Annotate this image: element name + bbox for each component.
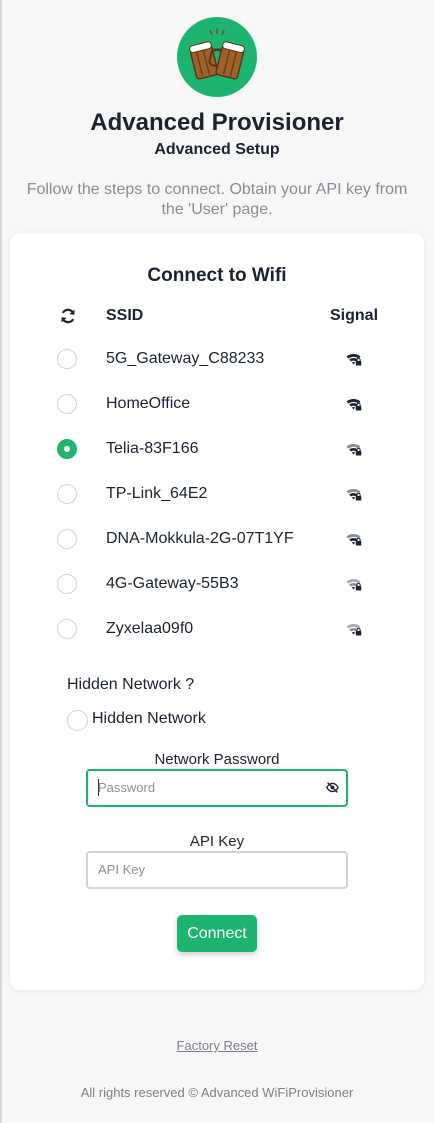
network-row[interactable]: Zyxelaa09f0 xyxy=(10,619,424,664)
network-row[interactable]: DNA-Mokkula-2G-07T1YF xyxy=(10,529,424,574)
network-row[interactable]: HomeOffice xyxy=(10,394,424,439)
network-radio[interactable] xyxy=(57,484,77,504)
network-radio[interactable] xyxy=(57,529,77,549)
logo xyxy=(177,17,257,97)
page-subtitle: Advanced Setup xyxy=(154,141,280,158)
network-ssid: DNA-Mokkula-2G-07T1YF xyxy=(106,530,294,547)
wifi-card: Connect to Wifi SSID Signal 5G_Gateway_C… xyxy=(10,233,424,990)
wifi-lock-icon xyxy=(346,397,362,411)
password-field[interactable]: Password xyxy=(86,769,348,807)
network-ssid: 5G_Gateway_C88233 xyxy=(106,350,265,367)
refresh-icon[interactable] xyxy=(59,307,77,325)
password-label: Network Password xyxy=(154,751,280,768)
password-placeholder: Password xyxy=(98,780,156,795)
api-key-placeholder: API Key xyxy=(98,862,145,877)
network-row[interactable]: 4G-Gateway-55B3 xyxy=(10,574,424,619)
network-row[interactable]: 5G_Gateway_C88233 xyxy=(10,349,424,394)
hidden-network-radio[interactable] xyxy=(67,710,88,731)
wifi-lock-icon xyxy=(346,442,362,456)
footer-text: All rights reserved © Advanced WiFiProvi… xyxy=(80,1085,354,1100)
hidden-network-label[interactable]: Hidden Network xyxy=(92,710,206,728)
network-ssid: HomeOffice xyxy=(106,395,191,412)
wifi-lock-icon xyxy=(346,577,362,591)
network-ssid: Telia-83F166 xyxy=(106,440,199,457)
page-title: Advanced Provisioner xyxy=(90,109,344,136)
network-row[interactable]: TP-Link_64E2 xyxy=(10,484,424,529)
network-ssid: 4G-Gateway-55B3 xyxy=(106,575,239,592)
wifi-lock-icon xyxy=(346,352,362,366)
network-radio[interactable] xyxy=(57,439,77,459)
eye-off-icon[interactable] xyxy=(326,781,339,794)
api-key-field[interactable]: API Key xyxy=(86,851,348,889)
network-ssid: Zyxelaa09f0 xyxy=(106,620,194,637)
network-radio[interactable] xyxy=(57,349,77,369)
instructions-text: Follow the steps to connect. Obtain your… xyxy=(26,181,408,218)
ssid-column-header: SSID xyxy=(106,307,144,324)
network-row[interactable]: Telia-83F166 xyxy=(10,439,424,484)
network-ssid: TP-Link_64E2 xyxy=(106,485,208,502)
signal-column-header: Signal xyxy=(330,307,379,324)
page-left-border xyxy=(0,0,2,1123)
factory-reset-link[interactable]: Factory Reset xyxy=(0,1038,434,1053)
wifi-card-title: Connect to Wifi xyxy=(147,265,287,286)
network-radio[interactable] xyxy=(57,619,77,639)
network-radio[interactable] xyxy=(57,574,77,594)
wifi-lock-icon xyxy=(346,532,362,546)
api-key-label: API Key xyxy=(189,833,245,850)
network-radio[interactable] xyxy=(57,394,77,414)
wifi-lock-icon xyxy=(346,487,362,501)
hidden-network-question: Hidden Network ? xyxy=(67,676,195,693)
wifi-lock-icon xyxy=(346,622,362,636)
connect-button[interactable]: Connect xyxy=(177,915,257,952)
